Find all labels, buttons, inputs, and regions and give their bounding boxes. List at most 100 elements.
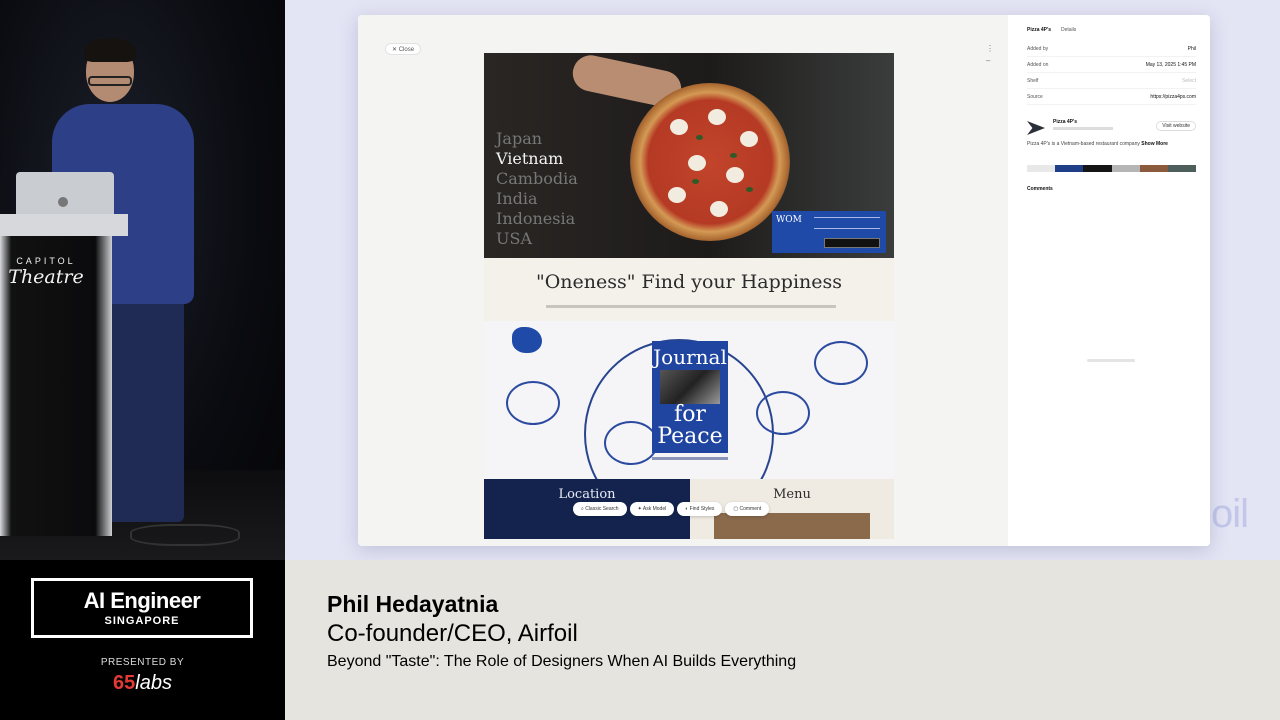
- topping: [670, 119, 688, 135]
- details-side-panel: Pizza 4P's Details Added by Phil Added o…: [1013, 15, 1210, 546]
- basil-leaf: [746, 187, 753, 192]
- podium-top: [0, 214, 128, 236]
- added-on-label: Added on: [1027, 62, 1049, 68]
- find-styles-button[interactable]: ◐ Find Styles: [677, 502, 723, 516]
- country-item[interactable]: Japan: [496, 129, 578, 149]
- shelf-row[interactable]: Shelf Select: [1027, 73, 1196, 89]
- hero-section: Japan Vietnam Cambodia India Indonesia U…: [484, 53, 894, 258]
- topping: [740, 131, 758, 147]
- scrollbar[interactable]: [1087, 359, 1135, 362]
- close-label: Close: [398, 47, 415, 53]
- source-label: Source: [1027, 94, 1043, 100]
- speaker-glasses: [88, 76, 132, 86]
- classic-search-label: Classic Search: [585, 506, 619, 512]
- topping: [708, 109, 726, 125]
- topping: [726, 167, 744, 183]
- illustration-figure: [756, 391, 810, 435]
- comment-button[interactable]: ▢ Comment: [725, 502, 770, 516]
- more-icon[interactable]: ⋮: [986, 43, 994, 55]
- website-preview: Japan Vietnam Cambodia India Indonesia U…: [484, 53, 894, 539]
- minus-icon[interactable]: –: [986, 55, 994, 67]
- source-link[interactable]: https://pizza4ps.com: [1150, 89, 1196, 104]
- canvas-controls: ⋮ –: [986, 43, 994, 67]
- video-frame: CAPITOL Theatre oil ✕ Close ⋮ – Japan Vi…: [0, 0, 1280, 720]
- speaker-video: CAPITOL Theatre: [0, 0, 285, 560]
- added-on-row: Added on May 13, 2025 1:45 PM: [1027, 57, 1196, 73]
- basil-leaf: [696, 135, 703, 140]
- color-palette: [1027, 165, 1197, 172]
- added-by-value: Phil: [1187, 46, 1196, 52]
- hero-card-title: WOM: [776, 215, 802, 225]
- journal-caption: [652, 457, 728, 460]
- topping: [688, 155, 706, 171]
- color-swatch[interactable]: [1083, 165, 1112, 172]
- journal-title-for: for: [674, 402, 706, 427]
- find-styles-label: Find Styles: [689, 506, 715, 512]
- event-branding: AI Engineer SINGAPORE PRESENTED BY 65lab…: [0, 560, 285, 720]
- classic-search-button[interactable]: ⌕ Classic Search: [573, 502, 627, 516]
- color-swatch[interactable]: [1167, 165, 1197, 172]
- side-panel-tabs: Pizza 4P's Details: [1027, 27, 1196, 33]
- slide-corner-logo: oil: [1210, 492, 1249, 536]
- country-item-active[interactable]: Vietnam: [496, 149, 578, 169]
- topping: [710, 201, 728, 217]
- speaker-role: Co-founder/CEO, Airfoil: [327, 620, 578, 647]
- ask-model-label: Ask Model: [642, 506, 667, 512]
- color-swatch[interactable]: [1055, 165, 1084, 172]
- added-on-value: May 13, 2025 1:45 PM: [1145, 62, 1196, 68]
- tab-details[interactable]: Details: [1061, 27, 1076, 33]
- hero-card-text: [814, 217, 880, 229]
- menu-image: [714, 513, 870, 539]
- comments-heading: Comments: [1027, 186, 1053, 192]
- close-button[interactable]: ✕ Close: [385, 43, 422, 55]
- menu-title: Menu: [773, 487, 811, 502]
- floating-action-bar: ⌕ Classic Search ✦ Ask Model ◐ Find Styl…: [573, 502, 770, 516]
- journal-cover[interactable]: Journal for Peace: [652, 341, 728, 453]
- illustration-figure: [506, 381, 560, 425]
- close-icon: ✕: [392, 47, 399, 53]
- location-title: Location: [558, 487, 616, 502]
- ask-model-button[interactable]: ✦ Ask Model: [629, 502, 675, 516]
- sponsor-number: 65: [113, 672, 136, 694]
- laptop: [16, 172, 114, 216]
- brand-logo-icon: [1027, 121, 1045, 135]
- stage-cables: [130, 524, 240, 546]
- country-item[interactable]: Cambodia: [496, 169, 578, 189]
- presentation-slide: oil ✕ Close ⋮ – Japan Vietnam Cambodia I…: [285, 0, 1280, 560]
- preview-canvas: ✕ Close ⋮ – Japan Vietnam Cambodia India…: [358, 15, 1008, 546]
- source-row: Source https://pizza4ps.com: [1027, 89, 1196, 105]
- speaker-hair: [84, 38, 136, 62]
- podium-sign-top: CAPITOL: [16, 256, 76, 266]
- color-swatch[interactable]: [1027, 165, 1056, 172]
- podium-sign-bottom: Theatre: [8, 266, 84, 288]
- pizza-image: [630, 83, 790, 241]
- journal-photo: [660, 370, 720, 404]
- illustration-paint-splash: [512, 327, 542, 353]
- illustration-section: Journal for Peace: [484, 321, 894, 529]
- illustration-figure: [604, 421, 658, 465]
- color-swatch[interactable]: [1111, 165, 1140, 172]
- site-tagline: "Oneness" Find your Happiness: [535, 271, 843, 293]
- hero-promo-card[interactable]: WOM: [772, 211, 886, 253]
- added-by-row: Added by Phil: [1027, 41, 1196, 57]
- tab-pizza[interactable]: Pizza 4P's: [1027, 27, 1051, 33]
- country-item[interactable]: Indonesia: [496, 209, 578, 229]
- basil-leaf: [692, 179, 699, 184]
- shelf-select[interactable]: Select: [1182, 73, 1196, 88]
- illustration-plant: [814, 341, 868, 385]
- country-item[interactable]: USA: [496, 229, 578, 249]
- color-swatch[interactable]: [1139, 165, 1168, 172]
- tagline-subtext: [546, 305, 836, 308]
- show-more-link[interactable]: Show More: [1141, 141, 1168, 147]
- apple-logo-icon: [58, 197, 68, 207]
- country-item[interactable]: India: [496, 189, 578, 209]
- visit-website-button[interactable]: Visit website: [1156, 121, 1196, 131]
- brand-description-text: Pizza 4P's is a Vietnam-based restaurant…: [1027, 141, 1140, 147]
- talk-title: Beyond "Taste": The Role of Designers Wh…: [327, 653, 797, 670]
- podium-sign: CAPITOL Theatre: [4, 256, 88, 288]
- event-name: AI Engineer: [83, 588, 201, 613]
- journal-title-peace: Peace: [657, 424, 723, 449]
- app-window: ✕ Close ⋮ – Japan Vietnam Cambodia India…: [358, 15, 1210, 546]
- brand-card: Pizza 4P's Visit website Pizza 4P's is a…: [1027, 115, 1196, 163]
- event-logo: AI Engineer SINGAPORE: [31, 578, 253, 638]
